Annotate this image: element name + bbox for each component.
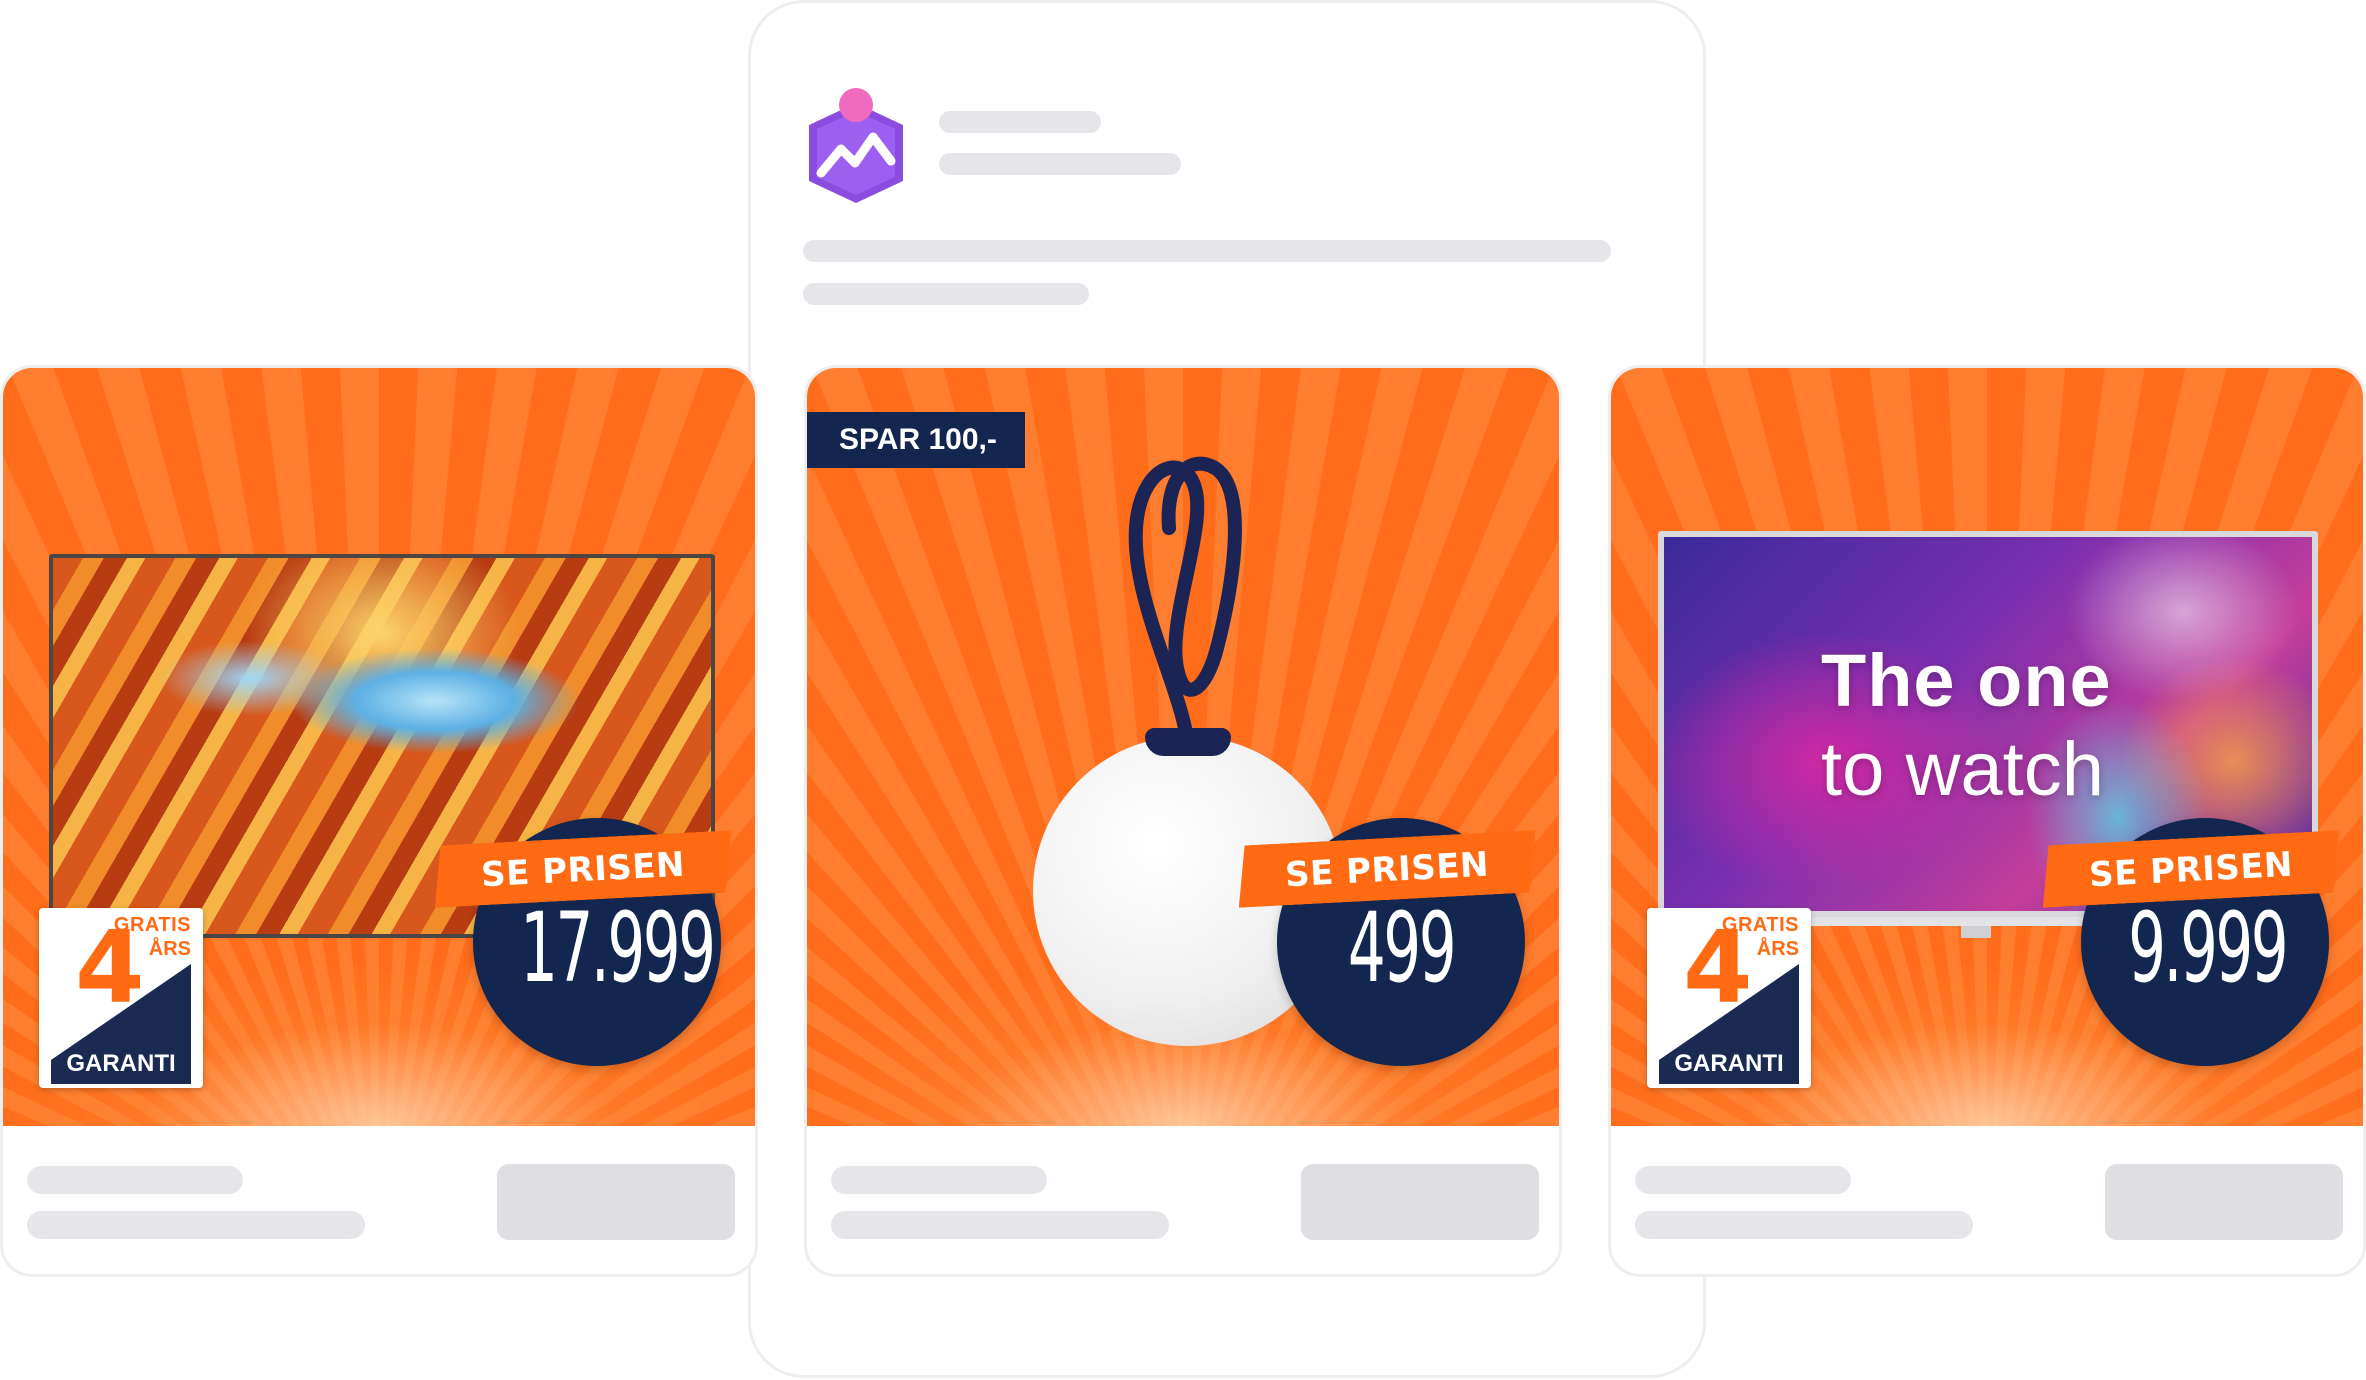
price-label: SE PRISEN (2088, 844, 2294, 896)
carousel-card-tv-philips[interactable]: The one to watch 4 GRATIS ÅRS GARANTI 9.… (1608, 365, 2366, 1277)
screen-subheadline: to watch (1821, 727, 2105, 812)
ad-image[interactable]: The one to watch 4 GRATIS ÅRS GARANTI 9.… (1611, 368, 2363, 1126)
post-text-line-1 (803, 240, 1611, 262)
warranty-badge: 4 GRATIS ÅRS GARANTI (1647, 908, 1811, 1088)
screen-headline: The one (1821, 639, 2112, 722)
card-title-skeleton (1635, 1166, 1851, 1194)
price-label: SE PRISEN (480, 844, 686, 896)
lamp-cap (1145, 728, 1231, 756)
card-subtitle-skeleton (1635, 1211, 1973, 1239)
price-value: 499 (1347, 892, 1457, 1004)
lamp-cord-icon (1128, 456, 1242, 745)
warranty-years: ÅRS (1756, 938, 1799, 960)
warranty-garanti: GARANTI (1674, 1050, 1784, 1077)
cta-button[interactable] (2105, 1164, 2343, 1240)
card-title-skeleton (831, 1166, 1047, 1194)
warranty-garanti: GARANTI (66, 1050, 176, 1077)
ad-image[interactable]: SPAR 100,- 499 SE PRISEN (807, 368, 1559, 1126)
post-author-skeleton (939, 111, 1101, 133)
card-subtitle-skeleton (27, 1211, 365, 1239)
carousel-card-lamp[interactable]: SPAR 100,- 499 SE PRISEN (804, 365, 1562, 1277)
ad-image[interactable]: 4 GRATIS ÅRS GARANTI 17.999 SE PRISEN (3, 368, 755, 1126)
card-title-skeleton (27, 1166, 243, 1194)
carousel-card-tv-sony[interactable]: 4 GRATIS ÅRS GARANTI 17.999 SE PRISEN (0, 365, 758, 1277)
price-value: 9.999 (2128, 892, 2288, 1004)
warranty-gratis: GRATIS (1721, 914, 1799, 936)
price-value: 17.999 (520, 892, 716, 1004)
brand-logo-icon (809, 88, 903, 203)
post-meta-skeleton (939, 153, 1181, 175)
warranty-gratis: GRATIS (113, 914, 191, 936)
price-label: SE PRISEN (1284, 844, 1490, 896)
warranty-badge: 4 GRATIS ÅRS GARANTI (39, 908, 203, 1088)
post-text-line-2 (803, 283, 1089, 305)
warranty-years: ÅRS (148, 938, 191, 960)
cta-button[interactable] (497, 1164, 735, 1240)
card-subtitle-skeleton (831, 1211, 1169, 1239)
cta-button[interactable] (1301, 1164, 1539, 1240)
save-tag: SPAR 100,- (807, 412, 1025, 468)
